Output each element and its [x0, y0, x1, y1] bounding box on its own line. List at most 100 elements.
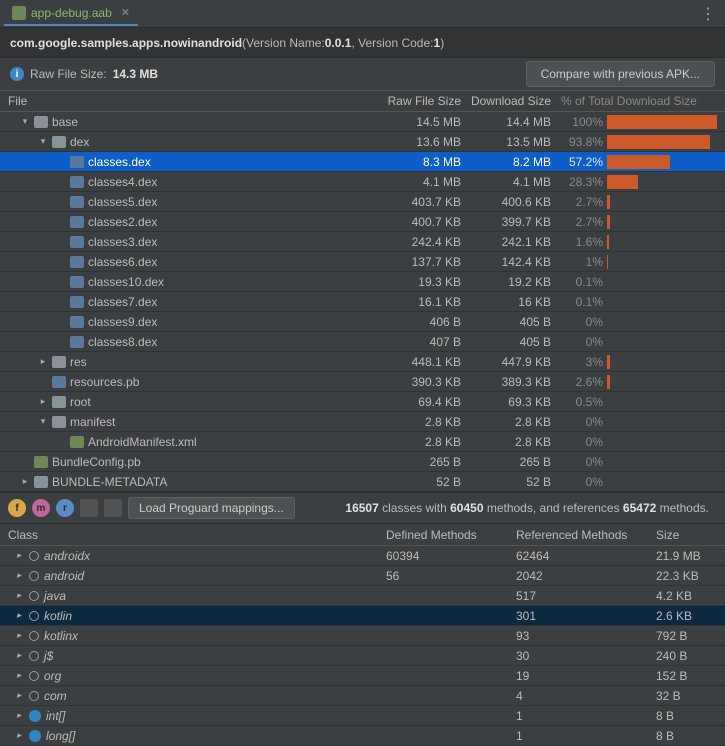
file-row[interactable]: ▾manifest2.8 KB2.8 KB0% [0, 412, 725, 432]
class-size: 21.9 MB [650, 549, 725, 563]
file-icon [70, 216, 84, 228]
tab-app-debug[interactable]: app-debug.aab ✕ [4, 2, 138, 26]
col-file[interactable]: File [0, 94, 387, 108]
file-name: AndroidManifest.xml [88, 435, 197, 449]
load-proguard-button[interactable]: Load Proguard mappings... [128, 497, 295, 519]
col-pct[interactable]: % of Total Download Size [557, 94, 725, 108]
file-row[interactable]: ▸root69.4 KB69.3 KB0.5% [0, 392, 725, 412]
class-name: long[] [46, 729, 75, 743]
close-tab-icon[interactable]: ✕ [121, 6, 130, 19]
referenced-methods: 30 [510, 649, 650, 663]
size-bar [607, 255, 608, 269]
expander-icon[interactable]: ▸ [14, 710, 24, 721]
class-size: 22.3 KB [650, 569, 725, 583]
referenced-methods: 1 [510, 729, 650, 743]
class-row[interactable]: ▸kotlin3012.6 KB [0, 606, 725, 626]
file-row[interactable]: AndroidManifest.xml2.8 KB2.8 KB0% [0, 432, 725, 452]
file-row[interactable]: ▸res448.1 KB447.9 KB3% [0, 352, 725, 372]
percent: 28.3% [557, 175, 607, 189]
expander-icon[interactable]: ▾ [38, 136, 48, 147]
percent: 2.6% [557, 375, 607, 389]
file-tree[interactable]: ▾base14.5 MB14.4 MB100%▾dex13.6 MB13.5 M… [0, 112, 725, 492]
file-row[interactable]: ▾dex13.6 MB13.5 MB93.8% [0, 132, 725, 152]
file-row[interactable]: classes2.dex400.7 KB399.7 KB2.7% [0, 212, 725, 232]
percent: 57.2% [557, 155, 607, 169]
col-referenced[interactable]: Referenced Methods [510, 528, 650, 542]
toolbar-action-1-icon[interactable] [80, 499, 98, 517]
raw-size: 406 B [387, 315, 467, 329]
expander-icon[interactable]: ▾ [20, 116, 30, 127]
file-row[interactable]: ▸BUNDLE-METADATA52 B52 B0% [0, 472, 725, 492]
raw-size: 19.3 KB [387, 275, 467, 289]
class-row[interactable]: ▸kotlinx93792 B [0, 626, 725, 646]
filter-methods-icon[interactable]: m [32, 499, 50, 517]
apk-summary-bar: com.google.samples.apps.nowinandroid (Ve… [0, 28, 725, 58]
expander-icon[interactable]: ▸ [14, 550, 24, 561]
file-row[interactable]: classes9.dex406 B405 B0% [0, 312, 725, 332]
file-row[interactable]: resources.pb390.3 KB389.3 KB2.6% [0, 372, 725, 392]
toolbar-action-2-icon[interactable] [104, 499, 122, 517]
class-row[interactable]: ▸android56204222.3 KB [0, 566, 725, 586]
expander-icon[interactable]: ▸ [14, 610, 24, 621]
package-icon [29, 631, 39, 641]
filter-fields-icon[interactable]: f [8, 499, 26, 517]
size-bar [607, 115, 717, 129]
file-row[interactable]: BundleConfig.pb265 B265 B0% [0, 452, 725, 472]
expander-icon[interactable]: ▸ [14, 570, 24, 581]
file-row[interactable]: classes8.dex407 B405 B0% [0, 332, 725, 352]
expander-icon[interactable]: ▸ [20, 476, 30, 487]
file-row[interactable]: classes4.dex4.1 MB4.1 MB28.3% [0, 172, 725, 192]
class-name: kotlin [44, 609, 72, 623]
folder-icon [52, 356, 66, 368]
expander-icon[interactable]: ▾ [38, 416, 48, 427]
file-row[interactable]: classes6.dex137.7 KB142.4 KB1% [0, 252, 725, 272]
col-defined[interactable]: Defined Methods [380, 528, 510, 542]
compare-apk-button[interactable]: Compare with previous APK... [526, 61, 715, 87]
raw-size-value: 14.3 MB [113, 67, 158, 81]
class-row[interactable]: ▸org19152 B [0, 666, 725, 686]
folder-icon [52, 416, 66, 428]
percent: 1% [557, 255, 607, 269]
expander-icon[interactable]: ▸ [14, 650, 24, 661]
expander-icon[interactable]: ▸ [14, 730, 24, 741]
class-row[interactable]: ▸androidx603946246421.9 MB [0, 546, 725, 566]
expander-icon[interactable]: ▸ [14, 690, 24, 701]
col-size[interactable]: Size [650, 528, 725, 542]
col-download-size[interactable]: Download Size [467, 94, 557, 108]
size-bar [607, 215, 610, 229]
percent: 2.7% [557, 195, 607, 209]
package-icon [29, 551, 39, 561]
file-row[interactable]: ▾base14.5 MB14.4 MB100% [0, 112, 725, 132]
expander-icon[interactable]: ▸ [14, 590, 24, 601]
file-row[interactable]: classes.dex8.3 MB8.2 MB57.2% [0, 152, 725, 172]
class-table-header: Class Defined Methods Referenced Methods… [0, 524, 725, 546]
class-row[interactable]: ▸com432 B [0, 686, 725, 706]
referenced-methods: 2042 [510, 569, 650, 583]
tab-overflow-menu-icon[interactable]: ⋮ [700, 4, 717, 24]
expander-icon[interactable]: ▸ [38, 396, 48, 407]
class-row[interactable]: ▸j$30240 B [0, 646, 725, 666]
col-class[interactable]: Class [0, 528, 380, 542]
file-name: dex [70, 135, 89, 149]
col-raw-size[interactable]: Raw File Size [387, 94, 467, 108]
class-row[interactable]: ▸long[]18 B [0, 726, 725, 746]
class-row[interactable]: ▸int[]18 B [0, 706, 725, 726]
file-name: classes3.dex [88, 235, 157, 249]
class-row[interactable]: ▸java5174.2 KB [0, 586, 725, 606]
class-tree[interactable]: ▸androidx603946246421.9 MB▸android562042… [0, 546, 725, 746]
referenced-methods: 517 [510, 589, 650, 603]
tab-label: app-debug.aab [31, 6, 112, 20]
referenced-methods: 4 [510, 689, 650, 703]
file-row[interactable]: classes5.dex403.7 KB400.6 KB2.7% [0, 192, 725, 212]
percent: 0% [557, 475, 607, 489]
expander-icon[interactable]: ▸ [14, 630, 24, 641]
expander-icon[interactable]: ▸ [38, 356, 48, 367]
class-name: kotlinx [44, 629, 78, 643]
expander-icon[interactable]: ▸ [14, 670, 24, 681]
file-icon [52, 376, 66, 388]
file-row[interactable]: classes3.dex242.4 KB242.1 KB1.6% [0, 232, 725, 252]
filter-refs-icon[interactable]: r [56, 499, 74, 517]
package-icon [29, 571, 39, 581]
file-row[interactable]: classes10.dex19.3 KB19.2 KB0.1% [0, 272, 725, 292]
file-row[interactable]: classes7.dex16.1 KB16 KB0.1% [0, 292, 725, 312]
